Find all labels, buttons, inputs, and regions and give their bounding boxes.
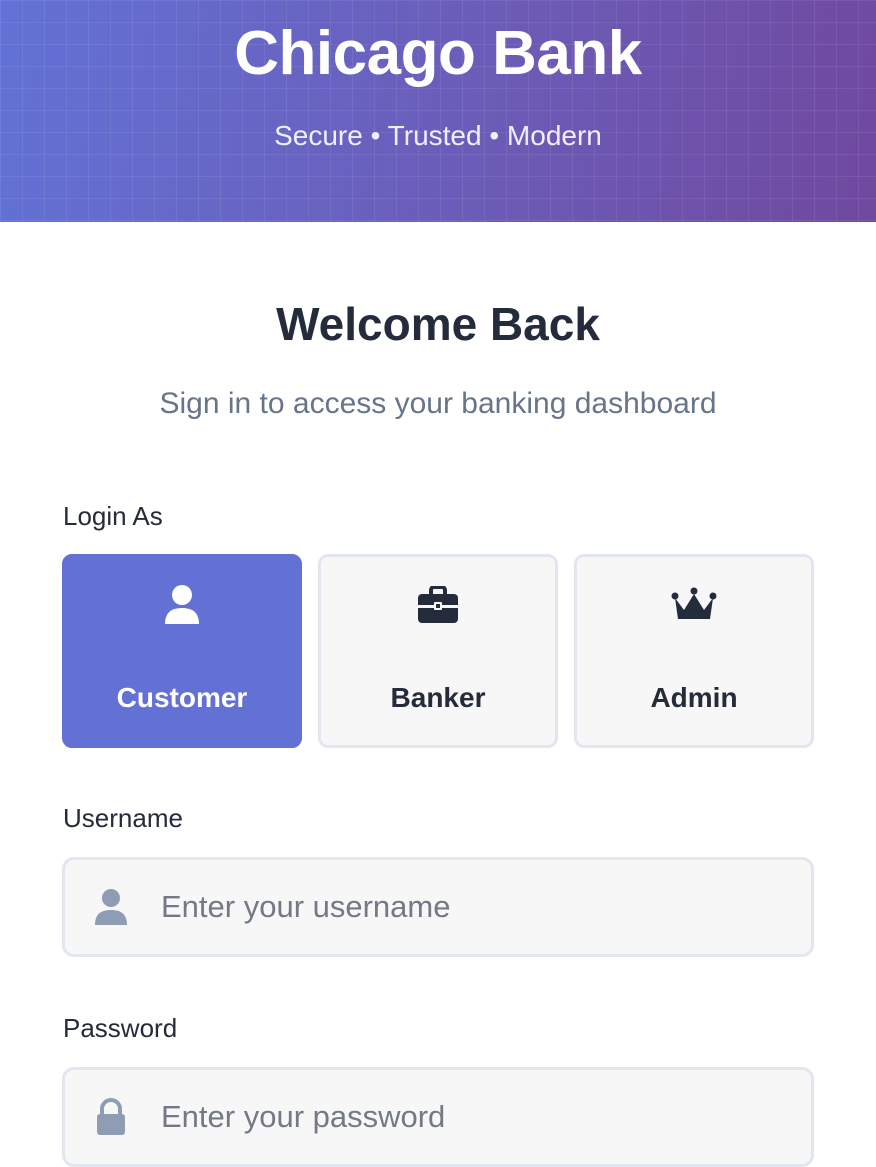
password-label: Password	[63, 1013, 178, 1043]
password-input[interactable]	[161, 1070, 801, 1164]
role-label-admin: Admin	[650, 682, 738, 713]
password-field[interactable]	[62, 1067, 814, 1167]
username-label: Username	[63, 803, 183, 833]
role-option-customer[interactable]: Customer	[62, 554, 302, 748]
lock-icon	[93, 1098, 129, 1136]
crown-icon	[577, 583, 811, 627]
app-header: Chicago Bank Secure • Trusted • Modern	[0, 0, 876, 222]
username-input[interactable]	[161, 860, 801, 954]
brand-tagline: Secure • Trusted • Modern	[274, 120, 602, 151]
welcome-subtitle: Sign in to access your banking dashboard	[159, 387, 717, 420]
role-option-admin[interactable]: Admin	[574, 554, 814, 748]
role-label-customer: Customer	[116, 682, 248, 713]
role-option-banker[interactable]: Banker	[318, 554, 558, 748]
username-field[interactable]	[62, 857, 814, 957]
role-label-banker: Banker	[390, 682, 486, 713]
brand-title: Chicago Bank	[234, 19, 642, 88]
login-as-label: Login As	[63, 501, 163, 531]
user-icon	[93, 888, 129, 926]
user-icon	[65, 583, 299, 627]
briefcase-icon	[321, 583, 555, 627]
welcome-title: Welcome Back	[276, 298, 600, 350]
